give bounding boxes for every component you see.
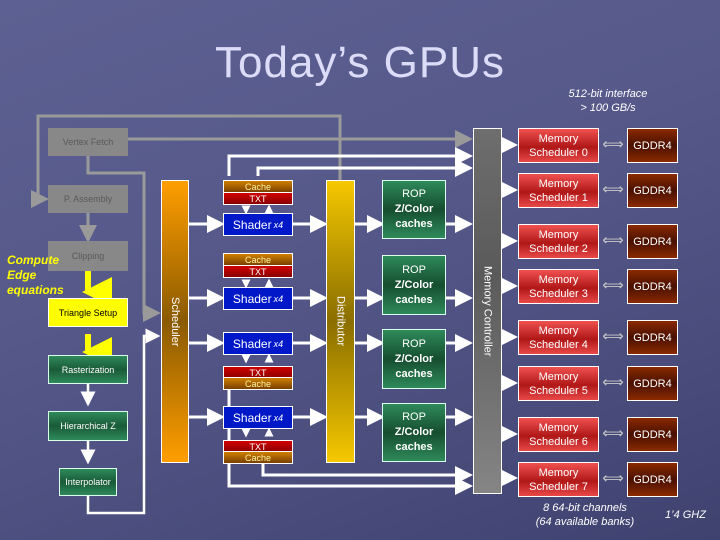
rop-block-2: ROP Z/Color caches <box>382 329 446 389</box>
rop-zcolor-label: Z/Color <box>394 426 434 438</box>
memory-scheduler-2: Memory Scheduler 2 <box>518 224 599 259</box>
rop-label: ROP <box>402 337 426 350</box>
gddr4-chip-5: GDDR4 <box>627 366 678 401</box>
rop-zcolor-label: Z/Color <box>394 278 434 291</box>
rop-zcolor-label: Z/Color <box>394 352 434 365</box>
interface-bandwidth-text: > 100 GB/s <box>580 102 636 114</box>
vertex-fetch-to-scheduler-wire <box>86 156 161 322</box>
rop-label: ROP <box>402 411 426 423</box>
shader-block-1: Shader x4 <box>223 287 293 310</box>
bidirectional-arrow-icon: ⟺ <box>602 136 624 153</box>
shader-multiplier: x4 <box>273 293 284 304</box>
shader-multiplier: x4 <box>273 338 284 349</box>
interface-note: 512-bit interface > 100 GB/s <box>548 87 668 115</box>
gddr4-chip-1: GDDR4 <box>627 173 678 208</box>
annotation-line: Edge <box>7 268 37 282</box>
bidirectional-arrow-icon: ⟺ <box>602 470 624 487</box>
gddr4-chip-2: GDDR4 <box>627 224 678 259</box>
rasterization-block: Rasterization <box>48 355 128 384</box>
memory-scheduler-index: Scheduler 0 <box>529 146 588 159</box>
memory-scheduler-label: Memory <box>538 466 579 479</box>
channel-count-text: 8 64-bit channels <box>543 502 627 514</box>
rop-zcolor-label: Z/Color <box>394 203 434 215</box>
memory-scheduler-label: Memory <box>538 370 579 383</box>
hierarchical-z-block: Hierarchical Z <box>48 411 128 441</box>
shader-block-3: Shader x4 <box>223 406 293 429</box>
annotation-line: Compute <box>7 253 59 267</box>
rop-label: ROP <box>402 188 426 200</box>
rop-caches-label: caches <box>395 293 433 306</box>
bidirectional-arrow-icon: ⟺ <box>602 277 624 294</box>
interpolator-block: Interpolator <box>59 468 117 496</box>
texture-unit-0: TXT <box>223 192 293 205</box>
gddr4-chip-3: GDDR4 <box>627 269 678 304</box>
interface-width-text: 512-bit interface <box>568 88 648 100</box>
memory-scheduler-index: Scheduler 1 <box>529 191 588 204</box>
shader-label: Shader <box>232 336 272 351</box>
rop-block-0: ROP Z/Color caches <box>382 180 446 239</box>
memory-scheduler-5: Memory Scheduler 5 <box>518 366 599 401</box>
memory-scheduler-index: Scheduler 4 <box>529 338 588 351</box>
channels-note: 8 64-bit channels (64 available banks) <box>520 501 650 529</box>
texture-unit-1: TXT <box>223 265 293 278</box>
shader-block-0: Shader x4 <box>223 213 293 236</box>
memory-scheduler-index: Scheduler 5 <box>529 384 588 397</box>
memory-scheduler-label: Memory <box>538 324 579 337</box>
memory-scheduler-label: Memory <box>538 228 579 241</box>
memory-controller-label: Memory Controller <box>481 265 494 357</box>
bidirectional-arrow-icon: ⟺ <box>602 425 624 442</box>
memory-scheduler-index: Scheduler 2 <box>529 242 588 255</box>
gddr4-chip-4: GDDR4 <box>627 320 678 355</box>
rop-caches-label: caches <box>395 367 433 380</box>
edge-equations-annotation: Compute Edge equations <box>7 253 77 298</box>
scheduler-bar: Scheduler <box>161 180 189 463</box>
bidirectional-arrow-icon: ⟺ <box>602 232 624 249</box>
distributor-label: Distributor <box>334 296 347 347</box>
bidirectional-arrow-icon: ⟺ <box>602 181 624 198</box>
memory-scheduler-label: Memory <box>538 177 579 190</box>
memory-controller-bar: Memory Controller <box>473 128 502 494</box>
memory-scheduler-6: Memory Scheduler 6 <box>518 417 599 452</box>
texture-cache-3: Cache <box>223 451 293 464</box>
scheduler-label: Scheduler <box>169 296 181 347</box>
shader-label: Shader <box>232 217 272 232</box>
rop-block-3: ROP Z/Color caches <box>382 403 446 462</box>
clock-note: 1’4 GHZ <box>665 509 706 521</box>
annotation-line: equations <box>7 283 64 297</box>
shader-label: Shader <box>232 410 272 425</box>
slide-title: Today’s GPUs <box>215 38 505 87</box>
distributor-bar: Distributor <box>326 180 355 463</box>
memory-scheduler-index: Scheduler 3 <box>529 287 588 300</box>
shader-block-2: Shader x4 <box>223 332 293 355</box>
rop-label: ROP <box>402 263 426 276</box>
memory-scheduler-index: Scheduler 7 <box>529 480 588 493</box>
memory-scheduler-4: Memory Scheduler 4 <box>518 320 599 355</box>
memory-scheduler-label: Memory <box>538 273 579 286</box>
bank-count-text: (64 available banks) <box>535 516 635 528</box>
texture-cache-2: Cache <box>223 377 293 390</box>
rop-caches-label: caches <box>395 218 433 230</box>
rop-caches-label: caches <box>395 441 433 453</box>
bidirectional-arrow-icon: ⟺ <box>602 374 624 391</box>
memory-scheduler-7: Memory Scheduler 7 <box>518 462 599 497</box>
memory-scheduler-0: Memory Scheduler 0 <box>518 128 599 163</box>
primitive-assembly-block: P. Assembly <box>48 185 128 213</box>
gddr4-chip-7: GDDR4 <box>627 462 678 497</box>
shader-label: Shader <box>232 291 272 306</box>
bidirectional-arrow-icon: ⟺ <box>602 328 624 345</box>
shader-multiplier: x4 <box>273 219 284 230</box>
rop-block-1: ROP Z/Color caches <box>382 255 446 315</box>
gddr4-chip-0: GDDR4 <box>627 128 678 163</box>
vertex-fetch-block: Vertex Fetch <box>48 128 128 156</box>
triangle-setup-block: Triangle Setup <box>48 298 128 327</box>
shader-multiplier: x4 <box>273 412 284 423</box>
memory-scheduler-1: Memory Scheduler 1 <box>518 173 599 208</box>
gddr4-chip-6: GDDR4 <box>627 417 678 452</box>
memory-scheduler-label: Memory <box>538 132 579 145</box>
memory-scheduler-3: Memory Scheduler 3 <box>518 269 599 304</box>
memory-scheduler-index: Scheduler 6 <box>529 435 588 448</box>
memory-scheduler-label: Memory <box>538 421 579 434</box>
